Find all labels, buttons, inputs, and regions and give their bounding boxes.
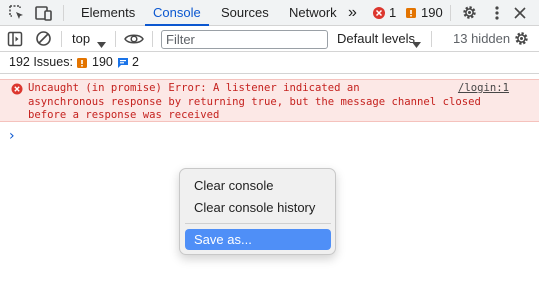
issues-warning-count: 190 [92, 55, 113, 69]
error-icon[interactable] [372, 6, 386, 20]
error-message-text: Uncaught (in promise) Error: A listener … [28, 82, 481, 121]
divider [431, 31, 432, 47]
chevron-right-icon[interactable]: › [9, 128, 15, 144]
menu-item-clear-console[interactable]: Clear console [185, 175, 331, 196]
warning-icon[interactable] [405, 7, 417, 19]
issues-label: 192 Issues: [9, 55, 73, 69]
kebab-menu-icon[interactable] [490, 5, 504, 21]
console-toolbar: top Default levels 13 hidden [0, 26, 539, 52]
warning-icon [76, 57, 88, 69]
divider [450, 5, 451, 21]
filter-input[interactable] [161, 30, 328, 49]
warning-count[interactable]: 190 [421, 0, 443, 25]
error-count[interactable]: 1 [389, 0, 396, 25]
context-menu: Clear console Clear console history Save… [179, 168, 336, 255]
inspect-element-icon[interactable] [8, 4, 26, 22]
log-levels-dropdown[interactable]: Default levels [337, 31, 415, 46]
sidebar-toggle-icon[interactable] [7, 31, 24, 47]
eye-icon[interactable] [124, 32, 144, 46]
dropdown-arrow-icon[interactable] [412, 36, 421, 48]
info-message-icon [117, 57, 129, 69]
device-toolbar-icon[interactable] [34, 4, 54, 22]
close-icon[interactable] [513, 6, 527, 20]
gear-icon[interactable] [513, 30, 530, 47]
tab-sources[interactable]: Sources [221, 0, 269, 25]
divider [152, 31, 153, 47]
clear-console-icon[interactable] [35, 30, 52, 47]
tab-elements[interactable]: Elements [81, 0, 135, 25]
tab-console[interactable]: Console [145, 0, 209, 26]
divider [115, 31, 116, 47]
divider [61, 31, 62, 47]
devtools-tab-bar: Elements Console Sources Network » 1 190 [0, 0, 539, 26]
more-tabs-button[interactable]: » [348, 0, 357, 25]
hidden-count: 13 hidden [453, 31, 511, 46]
error-icon [11, 83, 23, 95]
error-source-link[interactable]: /login:1 [458, 82, 509, 96]
menu-divider [185, 223, 331, 224]
issues-bar[interactable]: 192 Issues: 190 2 [0, 52, 539, 74]
menu-item-save-as[interactable]: Save as... [185, 229, 331, 250]
divider [63, 5, 64, 21]
menu-item-clear-console-history[interactable]: Clear console history [185, 197, 331, 218]
dropdown-arrow-icon[interactable] [97, 36, 106, 48]
console-message-error: Uncaught (in promise) Error: A listener … [0, 79, 539, 122]
tab-network[interactable]: Network [289, 0, 337, 25]
gear-icon[interactable] [461, 4, 478, 21]
context-selector[interactable]: top [72, 31, 90, 46]
issues-info-count: 2 [132, 55, 139, 69]
